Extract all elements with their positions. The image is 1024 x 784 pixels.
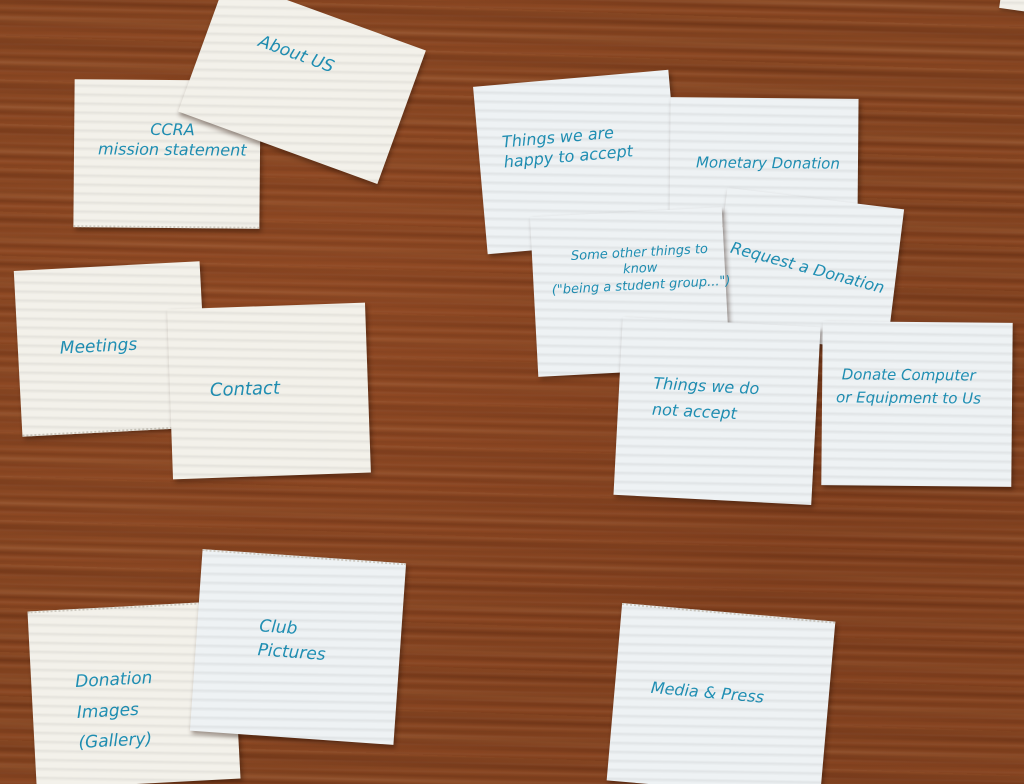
- card-monetary-donation-text: Monetary Donation: [695, 153, 840, 173]
- card-club-pictures: Club Pictures: [189, 549, 407, 745]
- wooden-table: CCRA mission statement About US Meetings…: [0, 0, 1024, 784]
- card-things-not-accept: Things we do not accept: [613, 316, 821, 506]
- card-donate-computer-text: Donate Computer or Equipment to Us: [835, 365, 982, 408]
- card-meetings-text: Meetings: [59, 334, 138, 359]
- card-about-us-text: About US: [255, 31, 337, 78]
- card-contact: Contact: [167, 302, 371, 480]
- card-club-pictures-text: Club Pictures: [256, 616, 327, 665]
- paper-scrap: [999, 0, 1024, 13]
- card-things-we-accept-text: Things we are happy to accept: [501, 122, 634, 172]
- card-contact-text: Contact: [209, 377, 281, 402]
- card-other-things-text: Some other things to know ("being a stud…: [551, 241, 731, 298]
- card-request-donation-text: Request a Donation: [728, 237, 887, 298]
- card-media-press: Media & Press: [606, 603, 836, 784]
- card-donation-images-text: Donation Images (Gallery): [74, 668, 153, 754]
- card-donate-computer: Donate Computer or Equipment to Us: [821, 321, 1013, 487]
- card-things-not-accept-text: Things we do not accept: [651, 373, 760, 423]
- card-media-press-text: Media & Press: [650, 677, 765, 707]
